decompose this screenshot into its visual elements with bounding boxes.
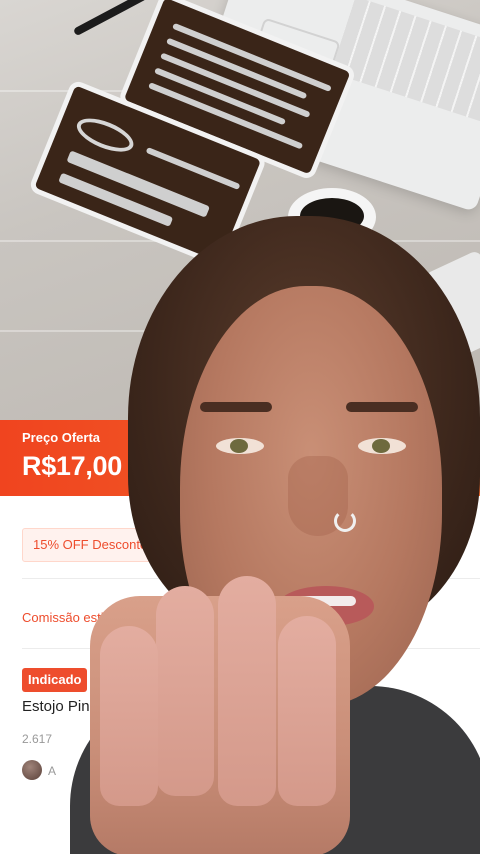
divider: [22, 578, 480, 579]
manicure-kit-image: [0, 0, 370, 314]
product-title-line1[interactable]: Kit: [96, 672, 114, 689]
price-value: R$17,00: [22, 451, 122, 481]
product-photo: [0, 0, 480, 420]
seller-name[interactable]: A: [48, 764, 56, 778]
phone-image: [423, 249, 480, 357]
commission-label: Comissão estimad: [22, 610, 129, 625]
price-banner: Preço Oferta R$17,00: [0, 420, 480, 496]
discount-badge[interactable]: 15% OFF Desconto: [22, 528, 202, 562]
product-title-line2[interactable]: Estojo Pinc: [22, 698, 97, 715]
seller-avatar[interactable]: [22, 760, 42, 780]
coffee-cup-image: [288, 188, 376, 246]
recommended-tag: Indicado: [22, 668, 88, 692]
divider: [22, 648, 480, 649]
sold-count: 2.617: [22, 732, 53, 746]
product-card[interactable]: 15% OFF Desconto Comissão estimad Indica…: [0, 496, 480, 854]
price-label: Preço Oferta: [22, 430, 101, 445]
